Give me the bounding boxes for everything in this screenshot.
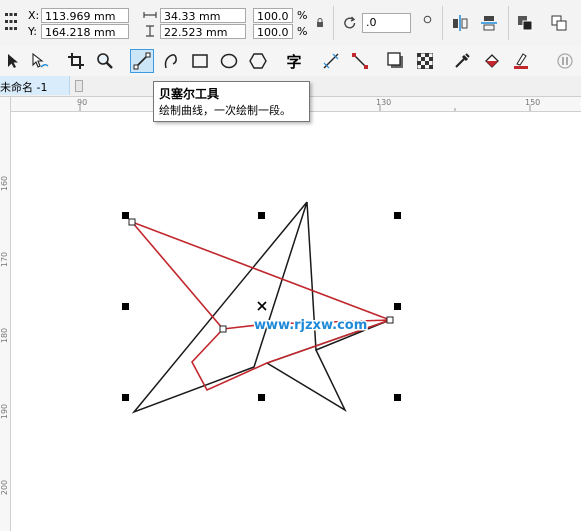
- ruler-tick-label: 180: [0, 327, 10, 344]
- polygon-tool-icon[interactable]: [247, 51, 269, 71]
- drawing-canvas[interactable]: www.rjzxw.com: [11, 112, 581, 531]
- lock-ratio-icon[interactable]: [315, 17, 325, 29]
- zoom-tool-icon[interactable]: [94, 51, 116, 71]
- curve-node[interactable]: [219, 325, 227, 333]
- property-bar: X: 113.969 mm Y: 164.218 mm 34.33 mm 22.…: [0, 0, 581, 47]
- height-icon: [143, 25, 157, 37]
- ruler-tick-label: 170: [0, 251, 10, 268]
- watermark-text: www.rjzxw.com: [254, 318, 367, 333]
- selection-handle[interactable]: [122, 303, 129, 310]
- x-position-field[interactable]: 113.969 mm: [41, 8, 129, 23]
- document-tab[interactable]: 未命名 -1: [0, 76, 70, 95]
- tooltip-description: 绘制曲线，一次绘制一段。: [159, 104, 291, 117]
- degree-icon: [422, 14, 432, 24]
- width-icon: [143, 9, 157, 21]
- transparency-icon[interactable]: [414, 51, 436, 71]
- selection-handle[interactable]: [122, 394, 129, 401]
- eyedropper-icon[interactable]: [451, 51, 473, 71]
- parallel-dimension-icon[interactable]: [320, 51, 342, 71]
- selection-handle[interactable]: [258, 394, 265, 401]
- connector-tool-icon[interactable]: [349, 51, 371, 71]
- crop-tool-icon[interactable]: [65, 51, 87, 71]
- artistic-media-icon[interactable]: [160, 51, 182, 71]
- selection-handle[interactable]: [122, 212, 129, 219]
- smart-fill-icon[interactable]: [510, 51, 532, 71]
- rectangle-tool-icon[interactable]: [189, 51, 211, 71]
- ellipse-tool-icon[interactable]: [218, 51, 240, 71]
- curve-node[interactable]: [386, 316, 394, 324]
- document-tab-label: 未命名 -1: [0, 81, 48, 94]
- curve-node[interactable]: [128, 218, 136, 226]
- y-position-field[interactable]: 164.218 mm: [41, 24, 129, 39]
- toolbox: 字: [0, 46, 581, 77]
- vertical-ruler[interactable]: 160 170 180 190 200: [0, 97, 11, 531]
- object-origin-icon[interactable]: [4, 12, 18, 32]
- rotate-icon: [341, 14, 359, 32]
- ruler-tick-label: 190: [0, 403, 10, 420]
- x-label: X:: [28, 9, 40, 22]
- customize-toolbar-icon[interactable]: [555, 51, 575, 71]
- pick-tool-icon[interactable]: [3, 51, 23, 71]
- bezier-tool-icon[interactable]: [130, 49, 154, 73]
- scale-x-field[interactable]: 100.0: [253, 8, 293, 23]
- bezier-tool-tooltip: 贝塞尔工具 绘制曲线，一次绘制一段。: [153, 81, 310, 122]
- shape-tool-icon[interactable]: [29, 51, 51, 71]
- selection-handle[interactable]: [394, 394, 401, 401]
- selection-handle[interactable]: [258, 212, 265, 219]
- mirror-horizontal-icon[interactable]: [450, 13, 470, 33]
- selection-handle[interactable]: [394, 212, 401, 219]
- height-field[interactable]: 22.523 mm: [160, 24, 246, 39]
- y-label: Y:: [28, 25, 37, 38]
- new-tab-icon[interactable]: [74, 79, 84, 92]
- ruler-tick-label: 160: [0, 175, 10, 192]
- mirror-vertical-icon[interactable]: [479, 13, 499, 33]
- arrange-order-icon[interactable]: [515, 13, 535, 33]
- interactive-fill-icon[interactable]: [481, 51, 503, 71]
- convert-to-curves-icon[interactable]: [549, 13, 569, 33]
- tooltip-title: 贝塞尔工具: [159, 87, 220, 101]
- text-tool-icon[interactable]: 字: [283, 51, 305, 71]
- scale-y-percent: %: [297, 25, 308, 38]
- rotation-field[interactable]: .0: [362, 13, 411, 33]
- selection-handle[interactable]: [394, 303, 401, 310]
- selection-center-mark[interactable]: [257, 301, 267, 311]
- scale-x-percent: %: [297, 9, 308, 22]
- drop-shadow-icon[interactable]: [385, 51, 407, 71]
- scale-y-field[interactable]: 100.0: [253, 24, 293, 39]
- ruler-tick-label: 200: [0, 479, 10, 496]
- width-field[interactable]: 34.33 mm: [160, 8, 246, 23]
